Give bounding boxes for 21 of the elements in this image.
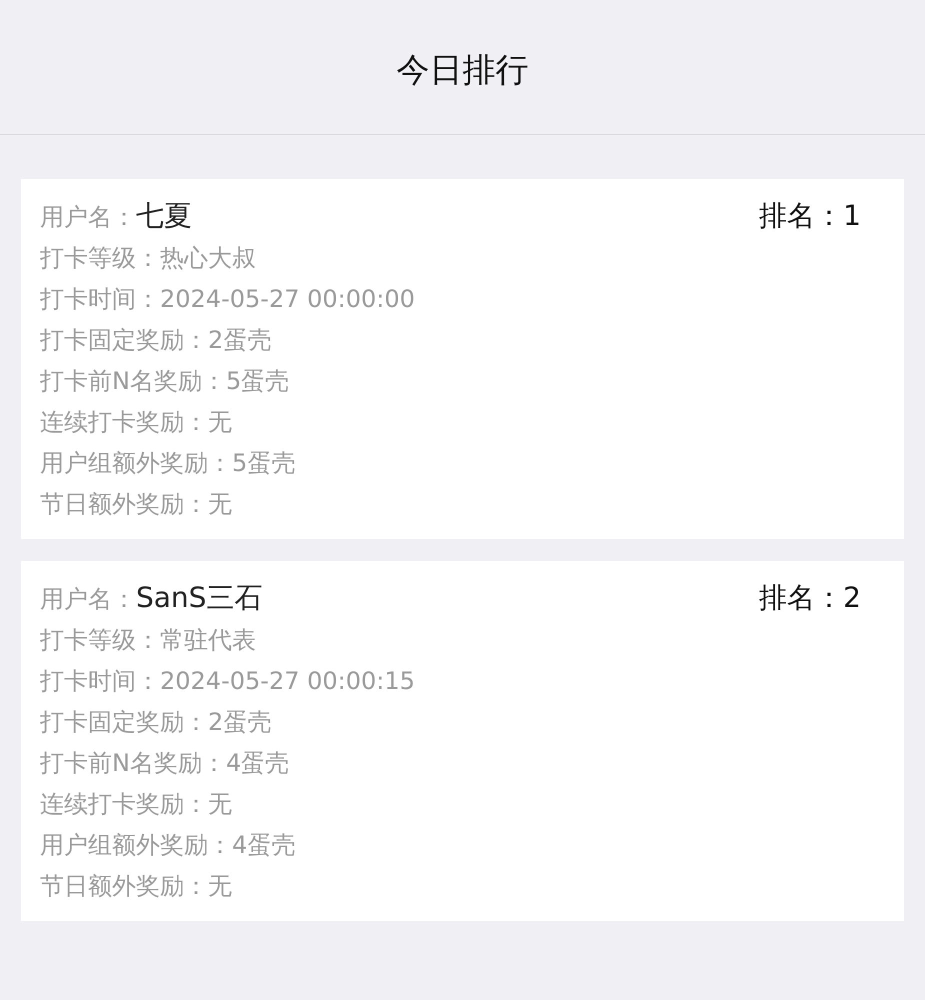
detail-text: 节日额外奖励：无 [40, 489, 233, 520]
rank-text: 排名：2 [759, 580, 861, 616]
username: 七夏 [136, 199, 192, 232]
detail-text: 节日额外奖励：无 [40, 871, 233, 902]
rank-text: 排名：1 [759, 198, 861, 234]
username: SanS三石 [136, 581, 262, 614]
detail-text: 打卡固定奖励：2蛋壳 [40, 707, 272, 738]
detail-text: 用户组额外奖励：4蛋壳 [40, 830, 296, 861]
detail-text: 打卡前N名奖励：4蛋壳 [40, 748, 290, 779]
detail-text: 用户组额外奖励：5蛋壳 [40, 448, 296, 479]
page-title: 今日排行 [396, 48, 528, 90]
detail-text: 连续打卡奖励：无 [40, 407, 233, 438]
detail-text: 打卡时间：2024-05-27 00:00:15 [40, 666, 416, 697]
detail-text: 打卡时间：2024-05-27 00:00:00 [40, 284, 416, 315]
username-label: 用户名： [40, 585, 136, 613]
username-label: 用户名： [40, 203, 136, 231]
detail-text: 打卡等级：热心大叔 [40, 243, 257, 274]
detail-text: 打卡前N名奖励：5蛋壳 [40, 366, 290, 397]
detail-text: 打卡固定奖励：2蛋壳 [40, 325, 272, 356]
detail-text: 连续打卡奖励：无 [40, 789, 233, 820]
detail-text: 打卡等级：常驻代表 [40, 625, 257, 656]
